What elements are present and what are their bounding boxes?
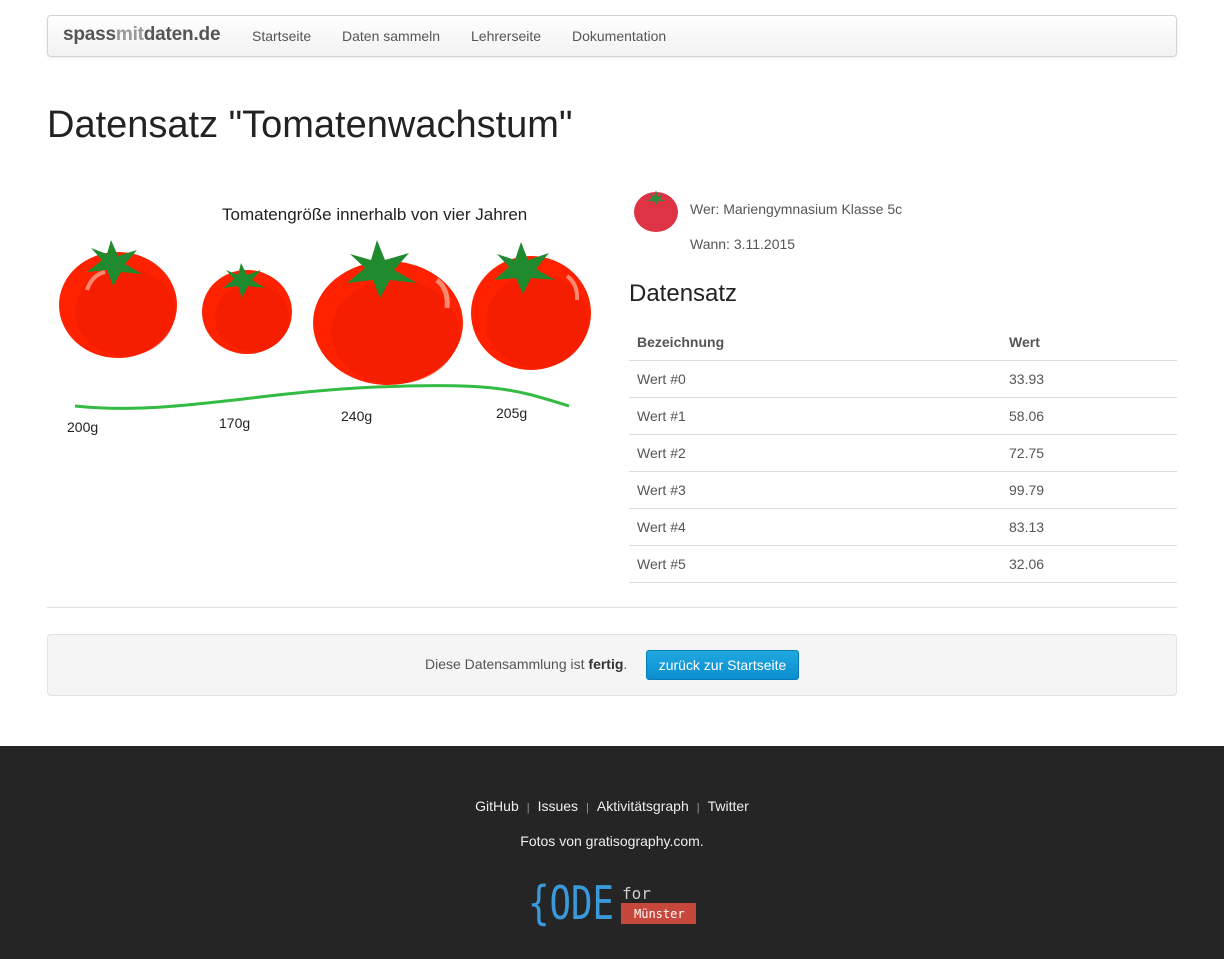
weight-label: 205g [496, 405, 527, 421]
footer-link-twitter[interactable]: Twitter [708, 798, 749, 814]
row-label: Wert #5 [629, 545, 1001, 583]
tomato-image [202, 263, 292, 354]
row-value: 58.06 [1001, 397, 1177, 435]
footer-link-aktivitaetsgraph[interactable]: Aktivitätsgraph [597, 798, 689, 814]
brand-logo[interactable]: spassmitdaten.de [63, 24, 221, 46]
tomato-growth-illustration: Tomatengröße innerhalb von vier Jahren 2… [59, 205, 591, 435]
tomato-avatar [634, 190, 678, 232]
footer: GitHub | Issues | Aktivitätsgraph | Twitter Fo… [0, 746, 1224, 959]
dataset-table: Bezeichnung Wert Wert #0 33.93 Wert #1 58.… [629, 323, 1177, 583]
footer-link-github[interactable]: GitHub [475, 798, 519, 814]
nav-item-dokumentation[interactable]: Dokumentation [572, 28, 666, 44]
table-row: Wert #5 32.06 [629, 545, 1177, 583]
page-title: Datensatz "Tomatenwachstum" [47, 104, 573, 146]
separator: | [696, 802, 700, 814]
status-state: fertig [588, 656, 624, 672]
nav-item-startseite[interactable]: Startseite [252, 28, 311, 44]
separator: | [526, 802, 530, 814]
nav-item-daten-sammeln[interactable]: Daten sammeln [342, 28, 440, 44]
table-row: Wert #0 33.93 [629, 360, 1177, 398]
column-header-bezeichnung: Bezeichnung [629, 323, 1001, 361]
row-label: Wert #4 [629, 508, 1001, 546]
row-value: 83.13 [1001, 508, 1177, 546]
separator: | [586, 802, 589, 814]
status-text: Diese Datensammlung ist fertig. [425, 656, 628, 672]
row-label: Wert #2 [629, 434, 1001, 472]
row-label: Wert #1 [629, 397, 1001, 435]
dataset-heading: Datensatz [629, 280, 738, 307]
row-value: 99.79 [1001, 471, 1177, 509]
tomato-image [313, 240, 463, 385]
tomato-image [471, 242, 591, 370]
code-for-muenster-logo[interactable]: {ODE for Münster [528, 879, 698, 927]
photo-credit: Fotos von gratisography.com. [520, 833, 704, 849]
footer-links: GitHub | Issues | Aktivitätsgraph | Twitter [0, 798, 1224, 814]
table-row: Wert #2 72.75 [629, 434, 1177, 472]
navbar: spassmitdaten.de Startseite Daten sammel… [47, 15, 1177, 57]
logo-code-text: {ODE [528, 879, 614, 927]
weight-label: 240g [341, 408, 372, 424]
growth-curve [74, 384, 570, 410]
row-value: 72.75 [1001, 434, 1177, 472]
illustration-heading: Tomatengröße innerhalb von vier Jahren [222, 205, 527, 224]
footer-link-issues[interactable]: Issues [538, 798, 578, 814]
dataset-date: Wann: 3.11.2015 [690, 236, 796, 252]
nav-item-lehrerseite[interactable]: Lehrerseite [471, 28, 541, 44]
row-label: Wert #3 [629, 471, 1001, 509]
back-to-home-button[interactable]: zurück zur Startseite [646, 650, 799, 680]
row-value: 32.06 [1001, 545, 1177, 583]
dataset-author: Wer: Mariengymnasium Klasse 5c [690, 201, 903, 217]
weight-label: 200g [67, 419, 98, 435]
row-label: Wert #0 [629, 360, 1001, 398]
row-value: 33.93 [1001, 360, 1177, 398]
weight-label: 170g [219, 415, 250, 431]
table-row: Wert #3 99.79 [629, 471, 1177, 509]
status-panel: Diese Datensammlung ist fertig. zurück z… [47, 634, 1177, 696]
table-row: Wert #1 58.06 [629, 397, 1177, 435]
logo-city-text: Münster [634, 907, 685, 921]
divider [47, 607, 1177, 608]
column-header-wert: Wert [1001, 323, 1177, 361]
logo-for-text: for [622, 884, 651, 903]
tomato-image [59, 240, 177, 358]
table-row: Wert #4 83.13 [629, 508, 1177, 546]
